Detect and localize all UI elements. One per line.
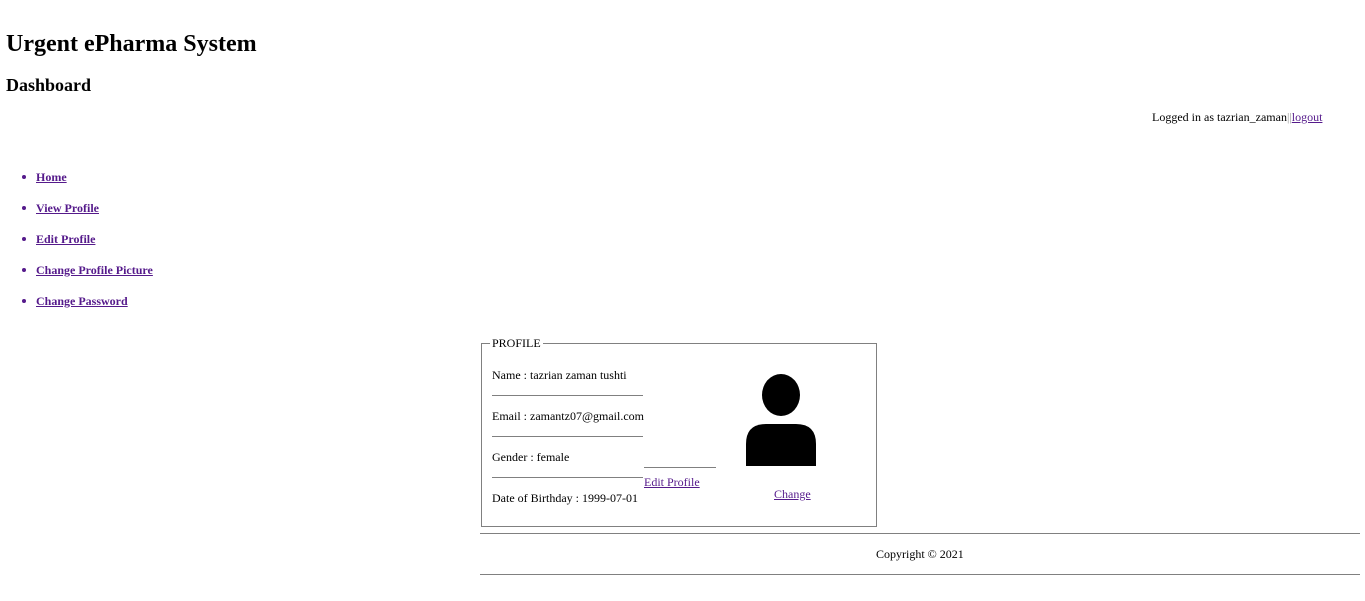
footer-divider <box>480 533 1360 534</box>
divider <box>492 395 643 396</box>
logout-link[interactable]: logout <box>1292 110 1323 124</box>
copyright-text: Copyright © 2021 <box>876 547 964 561</box>
bullet-icon <box>22 175 26 179</box>
profile-dob: Date of Birthday : 1999-07-01 <box>492 491 638 505</box>
profile-email: Email : zamantz07@gmail.com <box>492 409 645 423</box>
bullet-icon <box>22 237 26 241</box>
divider <box>492 436 643 437</box>
logged-in-text: Logged in as tazrian_zaman <box>1152 110 1287 124</box>
change-picture-link[interactable]: Change <box>774 487 811 501</box>
nav-link-change-password[interactable]: Change Password <box>36 294 128 308</box>
login-status: Logged in as tazrian_zaman||logout <box>1152 110 1322 124</box>
nav-link-edit-profile[interactable]: Edit Profile <box>36 232 95 246</box>
nav-link-change-picture[interactable]: Change Profile Picture <box>36 263 153 277</box>
divider <box>644 467 716 468</box>
bullet-icon <box>22 206 26 210</box>
footer-divider <box>480 574 1360 575</box>
page-heading: Dashboard <box>6 75 92 95</box>
profile-legend: PROFILE <box>490 336 543 350</box>
nav-link-home[interactable]: Home <box>36 170 67 184</box>
profile-gender: Gender : female <box>492 450 570 464</box>
nav-link-view-profile[interactable]: View Profile <box>36 201 99 215</box>
divider <box>492 477 643 478</box>
edit-profile-link[interactable]: Edit Profile <box>644 475 700 489</box>
site-title: Urgent ePharma System <box>6 31 257 57</box>
profile-name: Name : tazrian zaman tushti <box>492 368 627 382</box>
bullet-icon <box>22 268 26 272</box>
user-avatar-icon <box>746 374 816 466</box>
bullet-icon <box>22 299 26 303</box>
